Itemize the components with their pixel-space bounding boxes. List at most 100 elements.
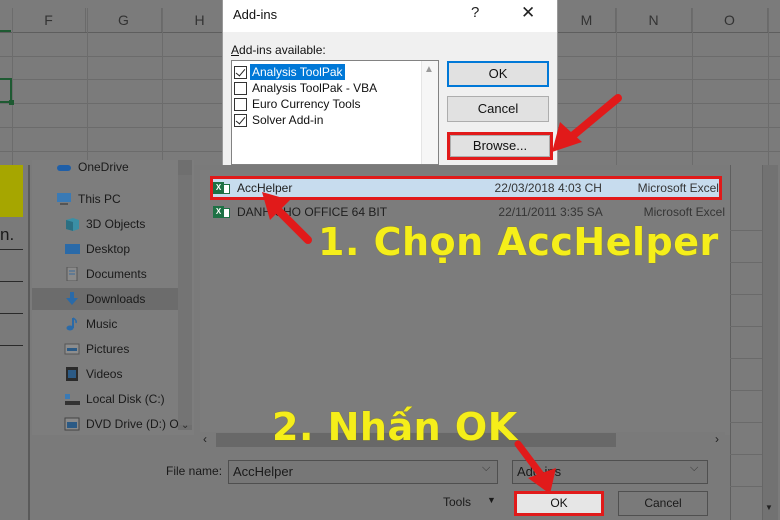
scroll-left-icon[interactable]: ‹ bbox=[203, 432, 207, 446]
nav-item-3d-objects[interactable]: 3D Objects bbox=[64, 213, 145, 235]
cell-border bbox=[730, 230, 762, 231]
videos-icon bbox=[64, 367, 80, 381]
cell-border bbox=[0, 249, 23, 250]
chevron-down-icon[interactable]: ⌵ bbox=[482, 462, 490, 475]
arrow-to-browse-icon bbox=[552, 94, 622, 152]
help-icon[interactable]: ? bbox=[471, 4, 479, 21]
addin-item-euro-currency-tools[interactable]: Euro Currency Tools bbox=[234, 96, 414, 112]
tools-menu[interactable]: Tools bbox=[443, 495, 471, 509]
download-icon bbox=[64, 292, 80, 306]
nav-item-dvd-drive[interactable]: DVD Drive (D:) O bbox=[64, 413, 179, 435]
spreadsheet-left-strip bbox=[0, 165, 30, 520]
column-header-m[interactable]: M bbox=[558, 8, 616, 32]
music-icon bbox=[64, 317, 80, 331]
nav-item-documents[interactable]: Documents bbox=[64, 263, 147, 285]
addin-item-analysis-toolpak[interactable]: Analysis ToolPak bbox=[234, 64, 414, 80]
arrow-to-acchelper-icon bbox=[262, 192, 312, 244]
nav-item-label: Desktop bbox=[86, 242, 131, 256]
nav-item-pictures[interactable]: Pictures bbox=[64, 338, 129, 360]
sheet-vertical-scrollbar[interactable] bbox=[762, 165, 778, 520]
cell-border bbox=[730, 326, 762, 327]
cell-border bbox=[730, 262, 762, 263]
step1-annotation: 1. Chọn AccHelper bbox=[318, 220, 719, 264]
chevron-down-icon[interactable]: ⌵ bbox=[690, 462, 698, 475]
addin-item-label: Analysis ToolPak - VBA bbox=[252, 81, 378, 95]
nav-item-label: OneDrive bbox=[78, 160, 129, 174]
column-line bbox=[162, 8, 163, 165]
nav-item-downloads[interactable]: Downloads bbox=[32, 288, 178, 310]
cloud-icon bbox=[56, 160, 72, 174]
nav-item-label: Videos bbox=[86, 367, 123, 381]
file-date: 22/03/2018 4:03 CH bbox=[494, 181, 602, 195]
nav-item-label: DVD Drive (D:) O bbox=[86, 417, 179, 431]
scroll-right-icon[interactable]: › bbox=[715, 432, 719, 446]
open-cancel-button[interactable]: Cancel bbox=[618, 491, 708, 516]
nav-item-label: Downloads bbox=[86, 292, 146, 306]
addin-item-analysis-toolpak-vba[interactable]: Analysis ToolPak - VBA bbox=[234, 80, 414, 96]
nav-item-label: 3D Objects bbox=[86, 217, 146, 231]
file-type: Microsoft Excel bbox=[643, 205, 725, 219]
column-header-g[interactable]: G bbox=[86, 8, 162, 32]
computer-icon bbox=[56, 192, 72, 206]
fill-handle[interactable] bbox=[9, 100, 14, 105]
addin-item-label: Euro Currency Tools bbox=[252, 97, 361, 111]
checkbox-checked[interactable] bbox=[234, 113, 247, 127]
desktop-icon bbox=[64, 242, 80, 256]
cell-text: n. bbox=[0, 225, 15, 244]
scroll-up-icon[interactable]: ▲ bbox=[424, 64, 434, 75]
nav-item-local-disk[interactable]: Local Disk (C:) bbox=[64, 388, 165, 410]
nav-item-onedrive[interactable]: OneDrive bbox=[56, 156, 129, 178]
cell-border bbox=[730, 390, 762, 391]
column-line bbox=[87, 8, 88, 165]
column-line bbox=[692, 8, 693, 165]
nav-item-videos[interactable]: Videos bbox=[64, 363, 122, 385]
addins-cancel-button[interactable]: Cancel bbox=[447, 96, 549, 122]
arrow-to-ok-icon bbox=[514, 440, 556, 494]
addins-list-scrollbar[interactable] bbox=[421, 61, 438, 164]
browse-highlight-box bbox=[447, 132, 553, 160]
close-icon[interactable]: ✕ bbox=[521, 3, 535, 23]
nav-item-this-pc[interactable]: This PC bbox=[56, 188, 121, 210]
nav-item-desktop[interactable]: Desktop bbox=[64, 238, 130, 260]
cell-border bbox=[730, 454, 762, 455]
column-header-n[interactable]: N bbox=[616, 8, 692, 32]
addin-item-solver[interactable]: Solver Add-in bbox=[234, 112, 414, 128]
addins-titlebar: Add-ins ? ✕ bbox=[223, 0, 557, 32]
file-name-input[interactable]: AccHelper bbox=[228, 460, 498, 484]
addin-item-label: Analysis ToolPak bbox=[250, 64, 345, 80]
column-line bbox=[12, 8, 13, 165]
addins-title: Add-ins bbox=[233, 7, 278, 22]
column-header-f[interactable]: F bbox=[12, 8, 86, 32]
cell-border bbox=[730, 358, 762, 359]
chevron-down-icon[interactable]: ⌄ bbox=[181, 420, 189, 431]
scroll-down-icon[interactable]: ▼ bbox=[765, 503, 773, 512]
checkbox-unchecked[interactable] bbox=[234, 97, 247, 111]
caret-down-icon[interactable]: ▼ bbox=[487, 495, 496, 505]
nav-item-music[interactable]: Music bbox=[64, 313, 117, 335]
addins-list[interactable]: Analysis ToolPak Analysis ToolPak - VBA … bbox=[231, 60, 439, 165]
cell-border bbox=[0, 345, 23, 346]
nav-item-label: This PC bbox=[78, 192, 121, 206]
document-icon bbox=[64, 266, 80, 282]
addins-ok-button[interactable]: OK bbox=[447, 61, 549, 87]
column-header-o[interactable]: O bbox=[692, 8, 768, 32]
step2-annotation: 2. Nhấn OK bbox=[272, 405, 518, 449]
cell-border bbox=[730, 486, 762, 487]
column-line bbox=[768, 8, 769, 165]
checkbox-unchecked[interactable] bbox=[234, 81, 247, 95]
nav-item-label: Music bbox=[86, 317, 118, 331]
nav-scrollbar-thumb[interactable] bbox=[178, 175, 192, 425]
excel-addin-icon: X bbox=[213, 205, 231, 219]
pictures-icon bbox=[64, 342, 80, 356]
nav-item-label: Pictures bbox=[86, 342, 130, 356]
addin-item-label: Solver Add-in bbox=[252, 113, 324, 127]
file-name-label: File name: bbox=[166, 464, 223, 478]
nav-item-label: Documents bbox=[86, 267, 147, 281]
cell-border bbox=[0, 281, 23, 282]
cell-border bbox=[0, 313, 23, 314]
checkbox-checked[interactable] bbox=[234, 65, 247, 79]
cell-border bbox=[730, 422, 762, 423]
label-text: dd-ins available: bbox=[239, 43, 326, 57]
highlighted-cell[interactable] bbox=[0, 165, 23, 217]
label-accesskey: A bbox=[231, 43, 240, 57]
